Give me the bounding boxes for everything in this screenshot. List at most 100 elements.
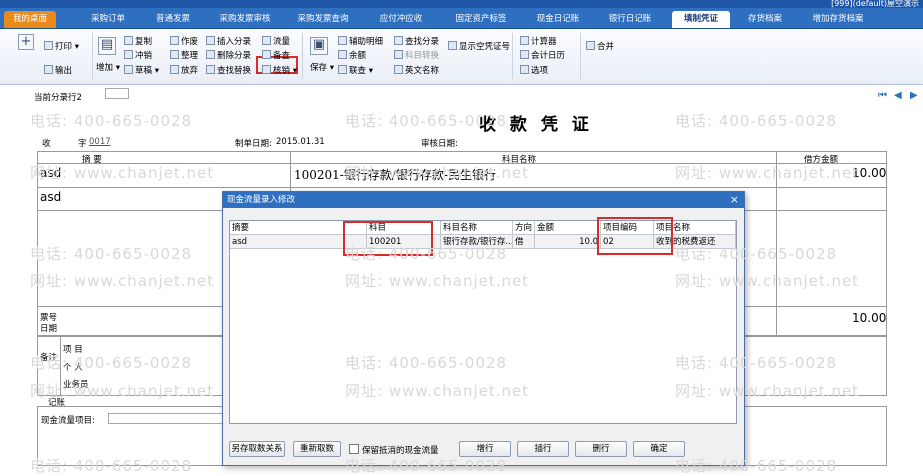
export-icon	[44, 65, 53, 74]
tab-add-inventory[interactable]: 增加存货档案	[802, 11, 874, 28]
abandon-icon	[170, 65, 179, 74]
add-icon[interactable]: +	[18, 34, 34, 50]
balance-button[interactable]: 余额	[338, 50, 366, 62]
separator	[580, 33, 581, 79]
tab-my-desktop[interactable]: 我的桌面	[4, 11, 56, 28]
watermark-phone: 电话: 400-665-0028	[675, 112, 838, 130]
cashflow-dialog: 现金流量录入修改 × 摘要 科目 科目名称 方向 金额 项目编码 项目名称 as…	[222, 191, 745, 466]
show-void-number-button[interactable]: 显示空凭证号	[448, 41, 510, 53]
reverse-button[interactable]: 冲销	[124, 50, 152, 62]
voucher-type[interactable]: 收	[42, 137, 51, 149]
nav-first-icon[interactable]: ⏮	[878, 90, 887, 101]
options-icon	[520, 65, 529, 74]
current-entry-field[interactable]	[105, 88, 129, 99]
subject-convert-button[interactable]: 科目转换	[394, 50, 439, 62]
find-entry-button[interactable]: 查找分录	[394, 36, 439, 48]
options-button[interactable]: 选项	[520, 65, 548, 77]
row1-subject[interactable]: 100201-银行存款/银行存款-民生银行	[294, 166, 496, 183]
cell-amount[interactable]: 10.0	[535, 235, 601, 249]
link-icon	[338, 65, 347, 74]
row1-summary[interactable]: asd	[40, 166, 61, 180]
col-subject: 科目名称	[502, 155, 537, 165]
add-voucher-icon[interactable]: ▤	[98, 37, 116, 55]
save-button[interactable]: 保存 ▾	[310, 62, 334, 74]
check-button[interactable]: 备查	[262, 50, 290, 62]
checkbox-icon[interactable]	[349, 444, 359, 454]
toolbar: + 打印 ▾ 输出 ▤ 增加 ▾ 复制 冲销 草稿 ▾ 作废 整理 放弃 插入分…	[0, 29, 923, 85]
insert-entry-button[interactable]: 插入分录	[206, 36, 251, 48]
reverse-icon	[124, 50, 133, 59]
tab-normal-invoice[interactable]: 普通发票	[144, 11, 202, 28]
insert-row-button[interactable]: 插行	[517, 441, 569, 457]
keep-offset-checkbox[interactable]: 保留抵消的现金流量	[349, 444, 439, 456]
link-query-button[interactable]: 联查 ▾	[338, 65, 373, 77]
refetch-button[interactable]: 重新取数	[293, 441, 341, 457]
balance-icon	[338, 50, 347, 59]
export-button[interactable]: 输出	[44, 65, 72, 77]
row1-debit[interactable]: 10.00	[852, 166, 886, 180]
header-direction: 方向	[513, 221, 535, 235]
nav-next-icon[interactable]: ▶	[910, 90, 918, 101]
cashflow-project-field[interactable]	[108, 413, 228, 424]
tab-payable-offset[interactable]: 应付冲应收	[370, 11, 432, 28]
copy-button[interactable]: 复制	[124, 36, 152, 48]
merge-button[interactable]: 合并	[586, 41, 614, 53]
voucher-title: 收 款 凭 证	[479, 115, 593, 135]
close-icon[interactable]: ×	[730, 193, 739, 206]
void-icon	[170, 36, 179, 45]
voucher-number[interactable]: 0017	[89, 137, 111, 147]
cashflow-button[interactable]: 流量	[262, 36, 290, 48]
checkout-icon	[262, 65, 271, 74]
add-row-button[interactable]: 增行	[459, 441, 511, 457]
tab-inventory-archive[interactable]: 存货档案	[740, 11, 790, 28]
search-icon	[394, 36, 403, 45]
voucher-date[interactable]: 2015.01.31	[276, 137, 325, 147]
tab-invoice-query[interactable]: 采购发票查询	[290, 11, 356, 28]
tab-bank-journal[interactable]: 银行日记账	[600, 11, 660, 28]
copy-icon	[124, 36, 133, 45]
abandon-button[interactable]: 放弃	[170, 65, 198, 77]
highlight-subject	[343, 221, 433, 256]
tab-purchase-order[interactable]: 采购订单	[80, 11, 136, 28]
language-icon	[394, 65, 403, 74]
aux-detail-button[interactable]: 辅助明细	[338, 36, 383, 48]
cell-direction[interactable]: 借	[513, 235, 535, 249]
audit-date-label: 审核日期:	[421, 139, 458, 149]
separator	[512, 33, 513, 79]
find-icon	[206, 65, 215, 74]
cashflow-project-label: 现金流量项目:	[41, 416, 95, 426]
separator	[92, 33, 93, 79]
save-icon[interactable]: ▣	[310, 37, 328, 55]
print-button[interactable]: 打印 ▾	[44, 41, 79, 53]
insert-icon	[206, 36, 215, 45]
tab-asset-label[interactable]: 固定资产标签	[448, 11, 514, 28]
tidy-button[interactable]: 整理	[170, 50, 198, 62]
draft-button[interactable]: 草稿 ▾	[124, 65, 159, 77]
row2-summary[interactable]: asd	[40, 190, 61, 204]
check-icon	[262, 50, 271, 59]
nav-prev-icon[interactable]: ◀	[894, 90, 902, 101]
tab-cash-journal[interactable]: 现金日记账	[528, 11, 588, 28]
tidy-icon	[170, 50, 179, 59]
tab-invoice-audit[interactable]: 采购发票审核	[212, 11, 278, 28]
convert-icon	[394, 50, 403, 59]
void-button[interactable]: 作废	[170, 36, 198, 48]
col-debit: 借方金额	[804, 155, 839, 165]
delete-row-button[interactable]: 删行	[575, 441, 627, 457]
calculator-button[interactable]: 计算器	[520, 36, 557, 48]
save-relation-button[interactable]: 另存取数关系	[229, 441, 285, 457]
confirm-button[interactable]: 确定	[633, 441, 685, 457]
void-number-icon	[448, 41, 457, 50]
delete-icon	[206, 50, 215, 59]
delete-entry-button[interactable]: 删除分录	[206, 50, 251, 62]
checkout-button[interactable]: 核销 ▾	[262, 65, 297, 77]
date-label: 制单日期:	[235, 139, 272, 149]
find-replace-button[interactable]: 查找替换	[206, 65, 251, 77]
english-name-button[interactable]: 英文名称	[394, 65, 439, 77]
salesman-label: 业务员	[63, 380, 89, 390]
calendar-button[interactable]: 会计日历	[520, 50, 565, 62]
cell-subject-name[interactable]: 银行存款/银行存...	[441, 235, 513, 249]
tab-strip: 我的桌面 采购订单 普通发票 采购发票审核 采购发票查询 应付冲应收 固定资产标…	[0, 8, 923, 29]
tab-fill-voucher[interactable]: 填制凭证	[672, 11, 730, 28]
add-voucher-button[interactable]: 增加 ▾	[96, 62, 120, 74]
